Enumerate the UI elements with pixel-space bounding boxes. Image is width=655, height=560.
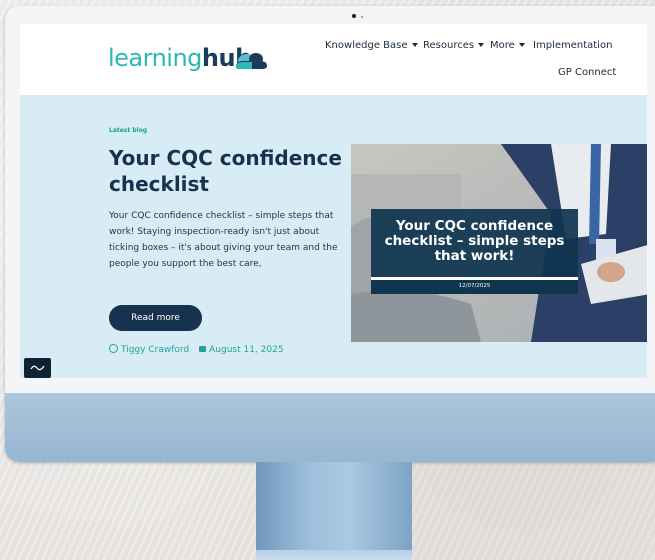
- site-header: learninghub Knowledge Base Resources Mor…: [20, 24, 647, 95]
- chevron-down-icon: [411, 43, 418, 47]
- post-date: August 11, 2025: [209, 345, 284, 355]
- site-logo[interactable]: learninghub: [108, 44, 252, 72]
- overlay-date: 12/07/2025: [371, 277, 578, 294]
- nav-implementation[interactable]: Implementation: [533, 40, 612, 51]
- chat-widget-button[interactable]: [24, 358, 51, 378]
- nav-label: GP Connect: [558, 67, 617, 78]
- blog-meta: Tiggy Crawford August 11, 2025: [109, 344, 284, 355]
- logo-text-learning: learning: [108, 44, 202, 72]
- nav-label: Resources: [423, 40, 475, 51]
- feature-image[interactable]: Your CQC confidence checklist – simple s…: [351, 144, 647, 342]
- camera-sensor: [361, 16, 363, 18]
- nav-label: More: [490, 40, 515, 51]
- chevron-down-icon: [478, 43, 485, 47]
- blog-excerpt: Your CQC confidence checklist – simple s…: [109, 211, 338, 269]
- monitor-stand: [256, 462, 412, 560]
- camera-dot: [352, 14, 356, 18]
- website-screen: learninghub Knowledge Base Resources Mor…: [20, 24, 647, 378]
- monitor-chin: [5, 393, 655, 462]
- user-circle-icon: [109, 344, 118, 353]
- author-link[interactable]: Tiggy Crawford: [121, 345, 189, 355]
- chat-icon: [30, 365, 45, 371]
- nav-resources[interactable]: Resources: [423, 40, 485, 51]
- monitor-stand-foot: [256, 550, 412, 560]
- nav-label: Knowledge Base: [325, 40, 408, 51]
- nav-label: Implementation: [533, 40, 613, 51]
- nav-knowledge-base[interactable]: Knowledge Base: [325, 40, 418, 51]
- chevron-down-icon: [518, 43, 525, 47]
- calendar-icon: [199, 346, 207, 352]
- blog-title[interactable]: Your CQC confidence checklist: [109, 145, 349, 197]
- nav-gp-connect[interactable]: GP Connect: [558, 67, 616, 78]
- read-more-button[interactable]: Read more: [109, 305, 202, 331]
- latest-blog-label: Latest blog: [109, 127, 148, 134]
- nav-more[interactable]: More: [490, 40, 525, 51]
- cloud-logo-icon: [236, 53, 267, 69]
- overlay-title: Your CQC confidence checklist – simple s…: [384, 218, 565, 264]
